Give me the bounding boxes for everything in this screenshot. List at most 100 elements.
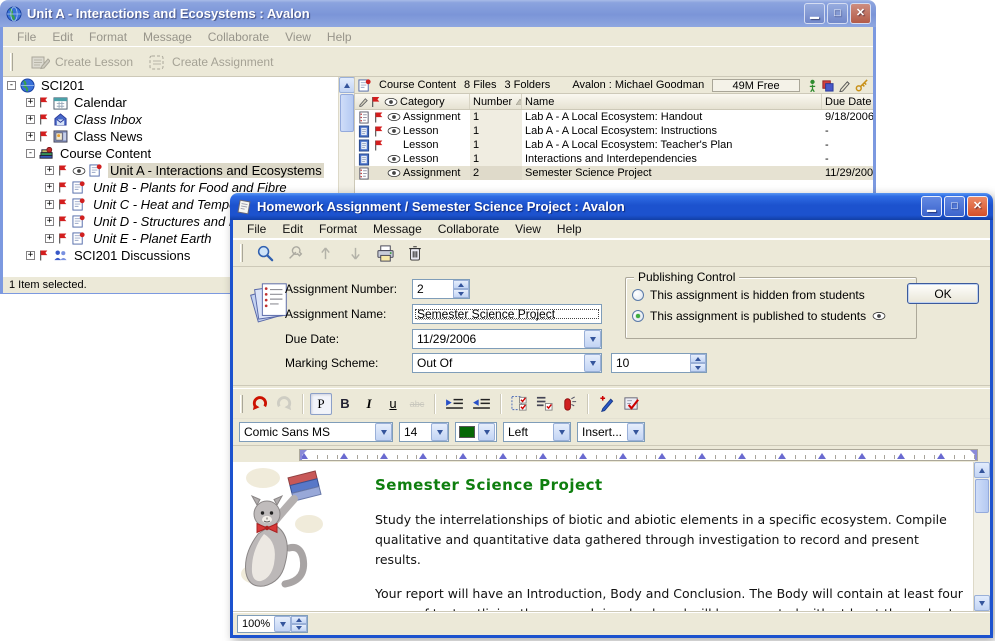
editor-text[interactable]: Semester Science Project Study the inter…	[345, 462, 973, 611]
outdent-button[interactable]	[469, 393, 494, 415]
combo-dropdown-icon[interactable]	[584, 354, 601, 372]
search-icon[interactable]	[254, 242, 276, 264]
collapse-icon[interactable]: -	[7, 81, 16, 90]
scroll-up-icon[interactable]	[339, 77, 355, 93]
insert-combo[interactable]: Insert...	[577, 422, 645, 442]
toolbar-grip[interactable]	[10, 53, 13, 71]
combo-dropdown-icon[interactable]	[627, 423, 644, 441]
menu-edit[interactable]: Edit	[44, 28, 81, 46]
scroll-down-icon[interactable]	[974, 595, 990, 611]
menu-file[interactable]: File	[239, 220, 274, 238]
minimize-button[interactable]: ▁	[804, 3, 825, 24]
tab-stop-icon[interactable]	[459, 453, 467, 459]
scrollbar-thumb[interactable]	[340, 94, 354, 132]
course-window-titlebar[interactable]: Unit A - Interactions and Ecosystems : A…	[0, 0, 876, 27]
tree-item[interactable]: -Course Content	[3, 145, 339, 162]
edit-pencil-icon[interactable]	[838, 79, 851, 92]
expand-icon[interactable]: +	[45, 183, 54, 192]
ok-button[interactable]: OK	[907, 283, 979, 304]
tree-item[interactable]: +Class News	[3, 128, 339, 145]
create-lesson-button[interactable]: Create Lesson	[30, 53, 133, 71]
zoom-dropdown-icon[interactable]	[274, 616, 291, 632]
radio-button[interactable]	[632, 310, 644, 322]
alignment-combo[interactable]: Left	[503, 422, 571, 442]
expand-icon[interactable]: +	[26, 115, 35, 124]
tab-stop-icon[interactable]	[738, 453, 746, 459]
expand-icon[interactable]: +	[26, 98, 35, 107]
person-icon[interactable]	[808, 79, 817, 92]
toolbar-grip[interactable]	[240, 244, 243, 262]
column-number[interactable]: Number	[470, 94, 522, 109]
publishing-option-0[interactable]: This assignment is hidden from students	[632, 284, 910, 305]
menu-view[interactable]: View	[507, 220, 549, 238]
tab-stop-icon[interactable]	[937, 453, 945, 459]
content-row[interactable]: Lesson1Interactions and Interdependencie…	[355, 152, 873, 166]
tree-item[interactable]: +Class Inbox	[3, 111, 339, 128]
combo-dropdown-icon[interactable]	[478, 423, 495, 441]
spin-up-icon[interactable]	[690, 354, 706, 363]
scrollbar-thumb[interactable]	[975, 479, 989, 513]
layers-icon[interactable]	[821, 79, 834, 92]
undo-button[interactable]	[248, 393, 271, 415]
maximize-button[interactable]: □	[944, 196, 965, 217]
due-date-combo[interactable]: 11/29/2006	[412, 329, 602, 349]
ruler[interactable]	[299, 449, 978, 461]
content-row[interactable]: Lesson1Lab A - A Local Ecosystem: Instru…	[355, 124, 873, 138]
bold-button[interactable]: B	[334, 393, 356, 415]
tab-stop-icon[interactable]	[658, 453, 666, 459]
content-row[interactable]: Lesson1Lab A - A Local Ecosystem: Teache…	[355, 138, 873, 152]
menu-help[interactable]: Help	[319, 28, 360, 46]
maximize-button[interactable]: □	[827, 3, 848, 24]
minimize-button[interactable]: ▁	[921, 196, 942, 217]
collapse-icon[interactable]: -	[26, 149, 35, 158]
menu-help[interactable]: Help	[549, 220, 590, 238]
print-icon[interactable]	[374, 242, 396, 264]
font-size-combo[interactable]: 14	[399, 422, 449, 442]
expand-icon[interactable]: +	[45, 217, 54, 226]
tab-stop-icon[interactable]	[858, 453, 866, 459]
menu-collaborate[interactable]: Collaborate	[430, 220, 507, 238]
zoom-control[interactable]: 100%	[237, 615, 308, 633]
indent-button[interactable]	[442, 393, 467, 415]
italic-button[interactable]: I	[358, 393, 380, 415]
menu-message[interactable]: Message	[135, 28, 200, 46]
delete-icon[interactable]	[404, 242, 426, 264]
up-arrow-icon[interactable]	[314, 242, 336, 264]
spin-down-icon[interactable]	[291, 624, 307, 632]
tab-stop-icon[interactable]	[818, 453, 826, 459]
close-button[interactable]: ✕	[850, 3, 871, 24]
font-color-combo[interactable]	[455, 422, 497, 442]
assignment-number-spinner[interactable]: 2	[412, 279, 470, 299]
expand-icon[interactable]: +	[45, 234, 54, 243]
toolbar-grip[interactable]	[240, 395, 243, 413]
tools-icon[interactable]	[284, 242, 306, 264]
menu-view[interactable]: View	[277, 28, 319, 46]
redo-button[interactable]	[273, 393, 296, 415]
menu-collaborate[interactable]: Collaborate	[200, 28, 277, 46]
assignment-name-input[interactable]: Semester Science Project	[412, 304, 602, 324]
menu-format[interactable]: Format	[81, 28, 135, 46]
expand-icon[interactable]: +	[45, 166, 54, 175]
plain-button[interactable]: P	[310, 393, 332, 415]
marking-scheme-combo[interactable]: Out Of	[412, 353, 602, 373]
expand-icon[interactable]: +	[26, 132, 35, 141]
underline-button[interactable]: u	[382, 393, 404, 415]
content-row[interactable]: Assignment1Lab A - A Local Ecosystem: Ha…	[355, 110, 873, 124]
list-check-button[interactable]	[533, 393, 556, 415]
create-assignment-button[interactable]: Create Assignment	[147, 53, 273, 71]
tab-stop-icon[interactable]	[897, 453, 905, 459]
spin-up-icon[interactable]	[453, 280, 469, 289]
tab-stop-icon[interactable]	[778, 453, 786, 459]
expand-icon[interactable]: +	[26, 251, 35, 260]
publishing-option-1[interactable]: This assignment is published to students	[632, 305, 910, 326]
expand-icon[interactable]: +	[45, 200, 54, 209]
column-due-date[interactable]: Due Date	[822, 94, 873, 109]
menu-format[interactable]: Format	[311, 220, 365, 238]
marker-button[interactable]	[558, 393, 581, 415]
signature-key-icon[interactable]	[855, 79, 870, 92]
tab-stop-icon[interactable]	[419, 453, 427, 459]
combo-dropdown-icon[interactable]	[584, 330, 601, 348]
editor-scrollbar[interactable]	[973, 462, 990, 611]
tab-stop-icon[interactable]	[619, 453, 627, 459]
column-name[interactable]: Name	[522, 94, 822, 109]
